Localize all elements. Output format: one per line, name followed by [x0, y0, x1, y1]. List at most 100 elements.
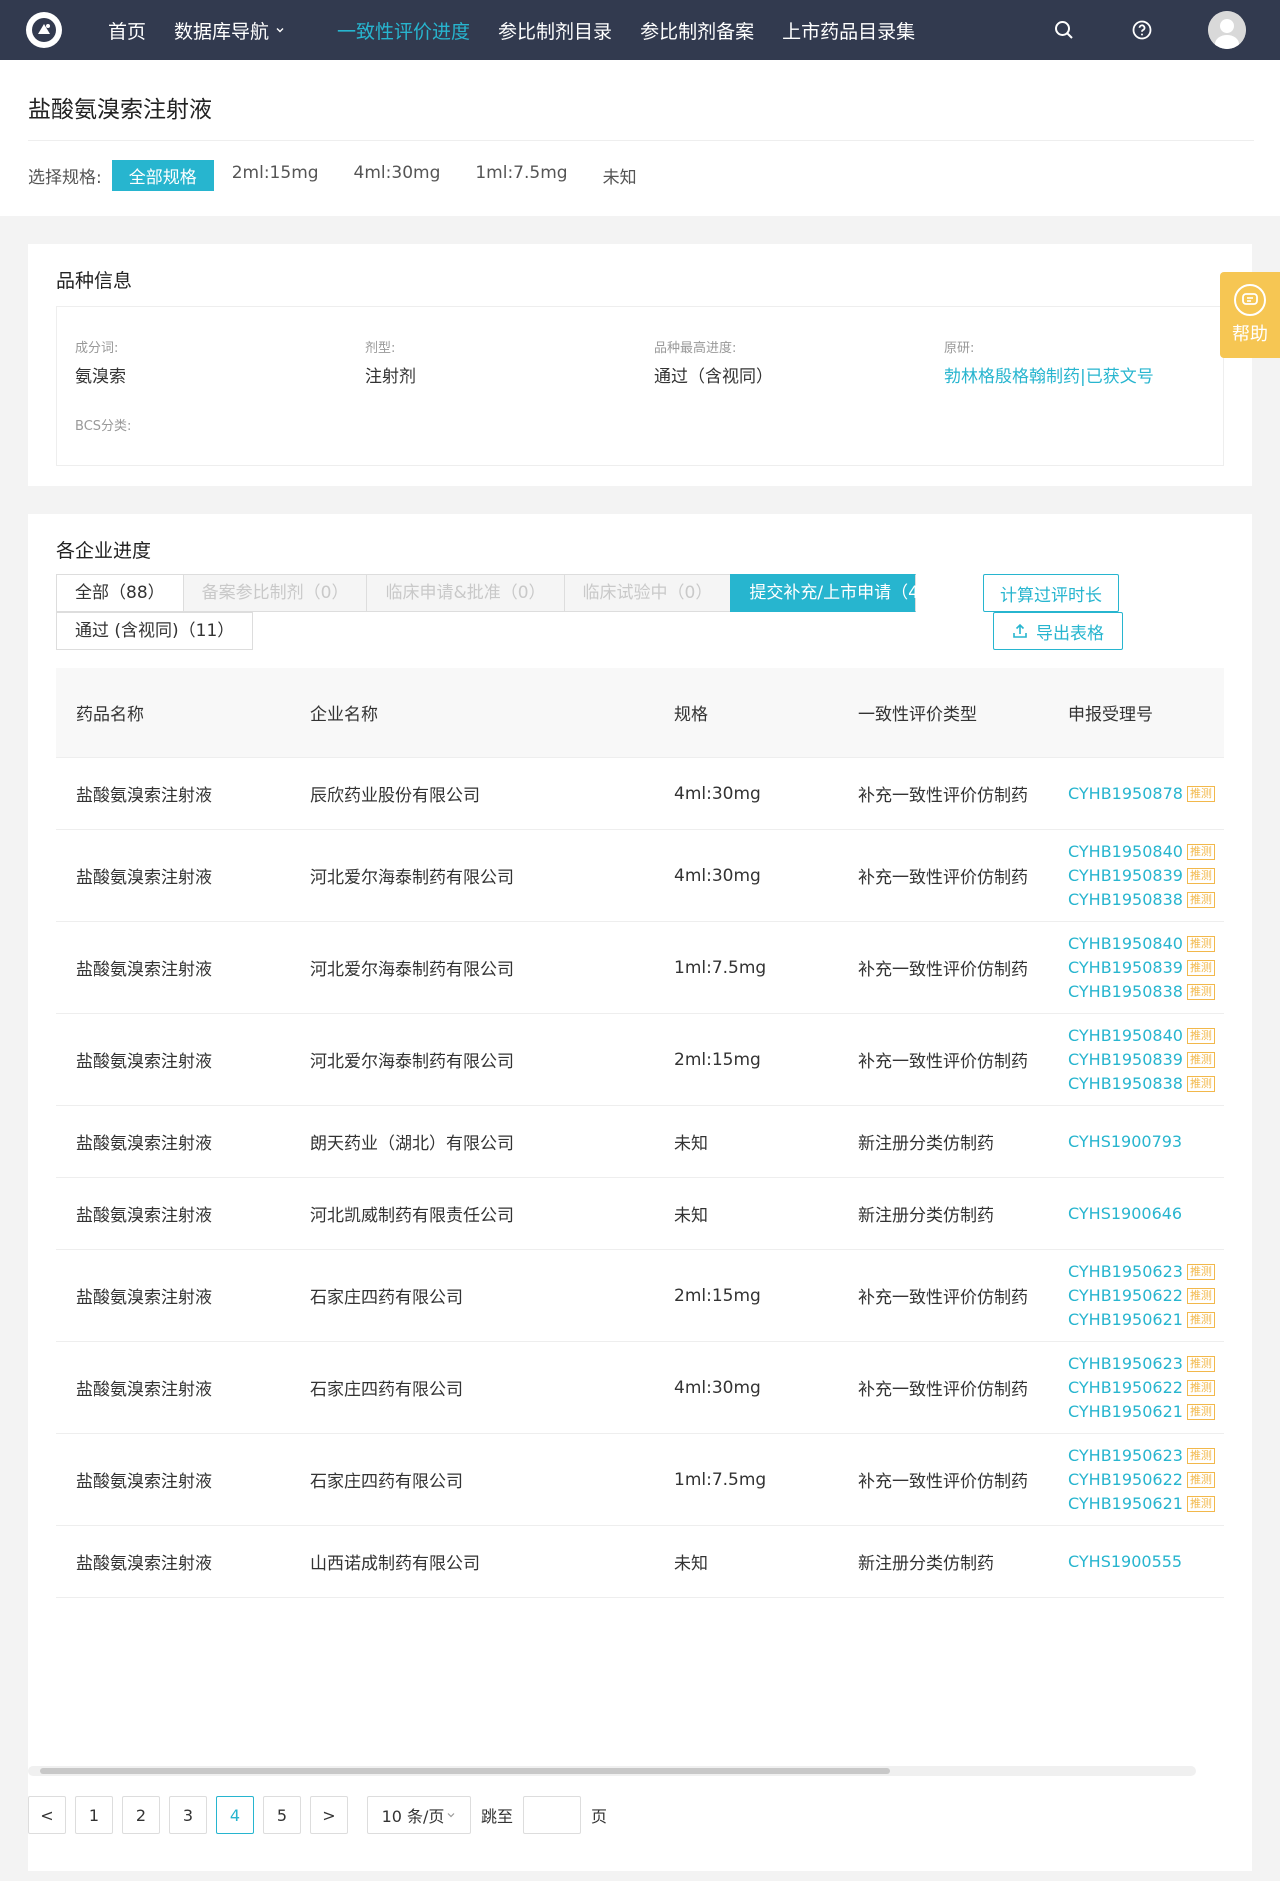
search-icon[interactable]: [1052, 18, 1076, 42]
original-label: 原研:: [944, 341, 975, 356]
progress-field: 品种最高进度: 通过（含视同）: [654, 337, 773, 387]
page-button-5[interactable]: 5: [263, 1796, 301, 1834]
acceptance-code-link[interactable]: CYHS1900793: [1068, 1132, 1182, 1151]
nav-item-2[interactable]: 一致性评价进度: [337, 17, 470, 44]
next-page-button[interactable]: >: [310, 1796, 348, 1834]
help-float-button[interactable]: 帮助: [1220, 272, 1280, 358]
inferred-tag: 推测: [1186, 1403, 1215, 1420]
inferred-tag: 推测: [1186, 843, 1215, 860]
code-cell: CYHB1950840 推测 CYHB1950839 推测 CYHB1950838 推测: [1048, 1024, 1224, 1096]
acceptance-code-link[interactable]: CYHB1950840: [1068, 1026, 1183, 1045]
prev-page-button[interactable]: <: [28, 1796, 66, 1834]
nav-item-0[interactable]: 首页: [108, 17, 146, 44]
column-header-3: 一致性评价类型: [858, 705, 977, 725]
acceptance-code-link[interactable]: CYHB1950839: [1068, 1050, 1183, 1069]
company-cell: 辰欣药业股份有限公司: [310, 786, 480, 806]
calc-duration-label: 计算过评时长: [1000, 585, 1102, 606]
acceptance-code-link[interactable]: CYHB1950621: [1068, 1310, 1183, 1329]
type-cell: 新注册分类仿制药: [858, 1554, 994, 1574]
table-row: 盐酸氨溴索注射液 朗天药业（湖北）有限公司 未知 新注册分类仿制药 CYHS190079…: [56, 1106, 1224, 1178]
acceptance-code-link[interactable]: CYHB1950838: [1068, 1074, 1183, 1093]
table-row: 盐酸氨溴索注射液 山西诺成制药有限公司 未知 新注册分类仿制药 CYHS1900555: [56, 1526, 1224, 1598]
code-line: CYHS1900793: [1068, 1130, 1224, 1154]
acceptance-code-link[interactable]: CYHB1950839: [1068, 866, 1183, 885]
acceptance-code-link[interactable]: CYHB1950622: [1068, 1470, 1183, 1489]
drug-name-cell: 盐酸氨溴索注射液: [76, 786, 212, 806]
help-circle-icon[interactable]: [1130, 18, 1154, 42]
spec-cell: 4ml:30mg: [674, 1377, 761, 1398]
page-size-select[interactable]: 10 条/页: [367, 1796, 471, 1834]
drug-name-cell: 盐酸氨溴索注射液: [76, 868, 212, 888]
page-button-2[interactable]: 2: [122, 1796, 160, 1834]
acceptance-code-link[interactable]: CYHB1950839: [1068, 958, 1183, 977]
acceptance-code-link[interactable]: CYHS1900555: [1068, 1552, 1182, 1571]
progress-tab-0[interactable]: 全部（88）: [56, 574, 183, 612]
acceptance-code-link[interactable]: CYHB1950623: [1068, 1354, 1183, 1373]
inferred-tag: 推测: [1186, 1355, 1215, 1372]
code-cell: CYHB1950840 推测 CYHB1950839 推测 CYHB1950838 推测: [1048, 932, 1224, 1004]
code-line: CYHB1950623 推测: [1068, 1352, 1224, 1376]
help-label: 帮助: [1232, 324, 1268, 345]
acceptance-code-link[interactable]: CYHB1950623: [1068, 1262, 1183, 1281]
code-line: CYHB1950839 推测: [1068, 1048, 1224, 1072]
code-line: CYHB1950840 推测: [1068, 932, 1224, 956]
acceptance-code-link[interactable]: CYHB1950840: [1068, 842, 1183, 861]
ingredient-value: 氨溴索: [75, 367, 126, 387]
horizontal-scrollbar[interactable]: [28, 1766, 1196, 1776]
nav-icons: [1052, 0, 1280, 60]
progress-tab-2[interactable]: 临床申请&批准（0）: [366, 574, 564, 612]
scrollbar-thumb[interactable]: [40, 1768, 890, 1774]
page-button-3[interactable]: 3: [169, 1796, 207, 1834]
chevron-down-icon: [275, 25, 285, 35]
nav-item-1[interactable]: 数据库导航: [174, 17, 269, 44]
variety-info-box: 成分词: 氨溴索 剂型: 注射剂 品种最高进度: 通过（含视同） 原研: 勃林格…: [56, 306, 1224, 466]
code-cell: CYHB1950878 推测: [1048, 782, 1224, 806]
progress-tabs: 全部（88） 备案参比制剂（0） 临床申请&批准（0） 临床试验中（0） 提交补充/上市…: [56, 574, 947, 612]
page-button-1[interactable]: 1: [75, 1796, 113, 1834]
inferred-tag: 推测: [1186, 959, 1215, 976]
spec-option-2[interactable]: 4ml:30mg: [337, 160, 458, 191]
ingredient-field: 成分词: 氨溴索: [75, 337, 126, 387]
acceptance-code-link[interactable]: CYHB1950838: [1068, 982, 1183, 1001]
nav-item-5[interactable]: 上市药品目录集: [782, 17, 915, 44]
code-line: CYHB1950838 推测: [1068, 980, 1224, 1004]
acceptance-code-link[interactable]: CYHB1950621: [1068, 1494, 1183, 1513]
acceptance-code-link[interactable]: CYHB1950623: [1068, 1446, 1183, 1465]
acceptance-code-link[interactable]: CYHB1950622: [1068, 1378, 1183, 1397]
spec-option-3[interactable]: 1ml:7.5mg: [458, 160, 584, 191]
page-button-4[interactable]: 4: [216, 1796, 254, 1834]
page-size-label: 10 条/页: [381, 1807, 445, 1826]
spec-option-0[interactable]: 全部规格: [111, 160, 214, 191]
progress-tab-1[interactable]: 备案参比制剂（0）: [182, 574, 367, 612]
acceptance-code-link[interactable]: CYHS1900646: [1068, 1204, 1182, 1223]
pagination: < 12345 > 10 条/页 跳至 页: [28, 1796, 607, 1834]
spec-option-1[interactable]: 2ml:15mg: [215, 160, 336, 191]
nav-item-4[interactable]: 参比制剂备案: [640, 17, 754, 44]
acceptance-code-link[interactable]: CYHB1950838: [1068, 890, 1183, 909]
nav-item-3[interactable]: 参比制剂目录: [498, 17, 612, 44]
progress-tab-3[interactable]: 临床试验中（0）: [563, 574, 731, 612]
acceptance-code-link[interactable]: CYHB1950621: [1068, 1402, 1183, 1421]
type-cell: 补充一致性评价仿制药: [858, 868, 1028, 888]
form-field: 剂型: 注射剂: [365, 337, 416, 387]
code-line: CYHB1950621 推测: [1068, 1308, 1224, 1332]
calc-duration-button[interactable]: 计算过评时长: [983, 574, 1119, 612]
code-line: CYHB1950839 推测: [1068, 864, 1224, 888]
company-cell: 河北爱尔海泰制药有限公司: [310, 960, 514, 980]
acceptance-code-link[interactable]: CYHB1950622: [1068, 1286, 1183, 1305]
user-avatar[interactable]: [1208, 11, 1246, 49]
jump-page-input[interactable]: [523, 1796, 582, 1834]
company-cell: 朗天药业（湖北）有限公司: [310, 1134, 514, 1154]
inferred-tag: 推测: [1186, 785, 1215, 802]
spec-cell: 1ml:7.5mg: [674, 957, 767, 978]
acceptance-code-link[interactable]: CYHB1950878: [1068, 784, 1183, 803]
progress-tab-4[interactable]: 提交补充/上市申请（45）: [730, 574, 947, 612]
code-line: CYHB1950621 推测: [1068, 1400, 1224, 1424]
export-button[interactable]: 导出表格: [993, 612, 1123, 650]
original-link[interactable]: 勃林格殷格翰制药|已获文号: [944, 362, 1154, 387]
acceptance-code-link[interactable]: CYHB1950840: [1068, 934, 1183, 953]
company-cell: 河北凯威制药有限责任公司: [310, 1206, 514, 1226]
spec-option-4[interactable]: 未知: [586, 160, 654, 191]
progress-tab-passed[interactable]: 通过 (含视同)（11）: [56, 612, 254, 650]
logo-icon[interactable]: [26, 12, 62, 48]
